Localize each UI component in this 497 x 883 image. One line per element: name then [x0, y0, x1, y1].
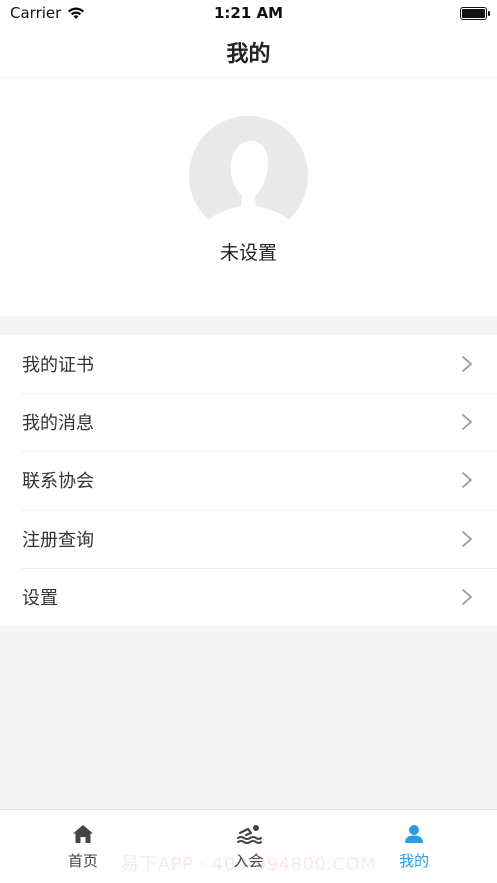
tab-label: 首页: [67, 852, 98, 870]
carrier-group: Carrier: [10, 4, 85, 22]
tab-bar: 首页 入会 我的: [0, 809, 497, 883]
menu-item-certificates[interactable]: 我的证书: [0, 335, 497, 393]
chevron-right-icon: [462, 472, 472, 489]
chevron-right-icon: [462, 588, 472, 605]
swimmer-icon: [236, 825, 262, 844]
status-bar: Carrier 1:21 AM: [0, 0, 497, 26]
page-title: 我的: [226, 41, 271, 67]
menu-list: 我的证书 我的消息 联系协会 注册查询 设置: [0, 335, 497, 626]
user-icon: [405, 825, 424, 843]
menu-item-messages[interactable]: 我的消息: [0, 393, 497, 451]
menu-item-label: 注册查询: [22, 529, 94, 551]
carrier-label: Carrier: [10, 4, 62, 22]
username[interactable]: 未设置: [0, 238, 497, 265]
profile-header: 未设置: [0, 78, 497, 316]
menu-item-label: 联系协会: [22, 471, 94, 493]
menu-item-label: 我的消息: [22, 413, 94, 435]
default-avatar-icon: [189, 116, 308, 235]
chevron-right-icon: [462, 356, 472, 372]
tab-home[interactable]: 首页: [0, 810, 166, 883]
tab-mine[interactable]: 我的: [331, 810, 497, 883]
avatar[interactable]: [189, 116, 308, 235]
menu-item-label: 设置: [22, 587, 58, 609]
wifi-icon: [68, 7, 85, 19]
tab-label: 入会: [233, 852, 264, 870]
menu-item-settings[interactable]: 设置: [0, 567, 497, 626]
battery-icon: [460, 6, 490, 20]
home-icon: [72, 825, 93, 843]
menu-item-contact-association[interactable]: 联系协会: [0, 451, 497, 509]
chevron-right-icon: [462, 530, 472, 547]
menu-item-label: 我的证书: [22, 355, 94, 377]
tab-label: 我的: [399, 852, 430, 870]
tab-join[interactable]: 入会: [166, 810, 332, 883]
menu-item-registration-query[interactable]: 注册查询: [0, 509, 497, 568]
nav-bar: 我的: [0, 26, 497, 78]
chevron-right-icon: [462, 414, 472, 431]
